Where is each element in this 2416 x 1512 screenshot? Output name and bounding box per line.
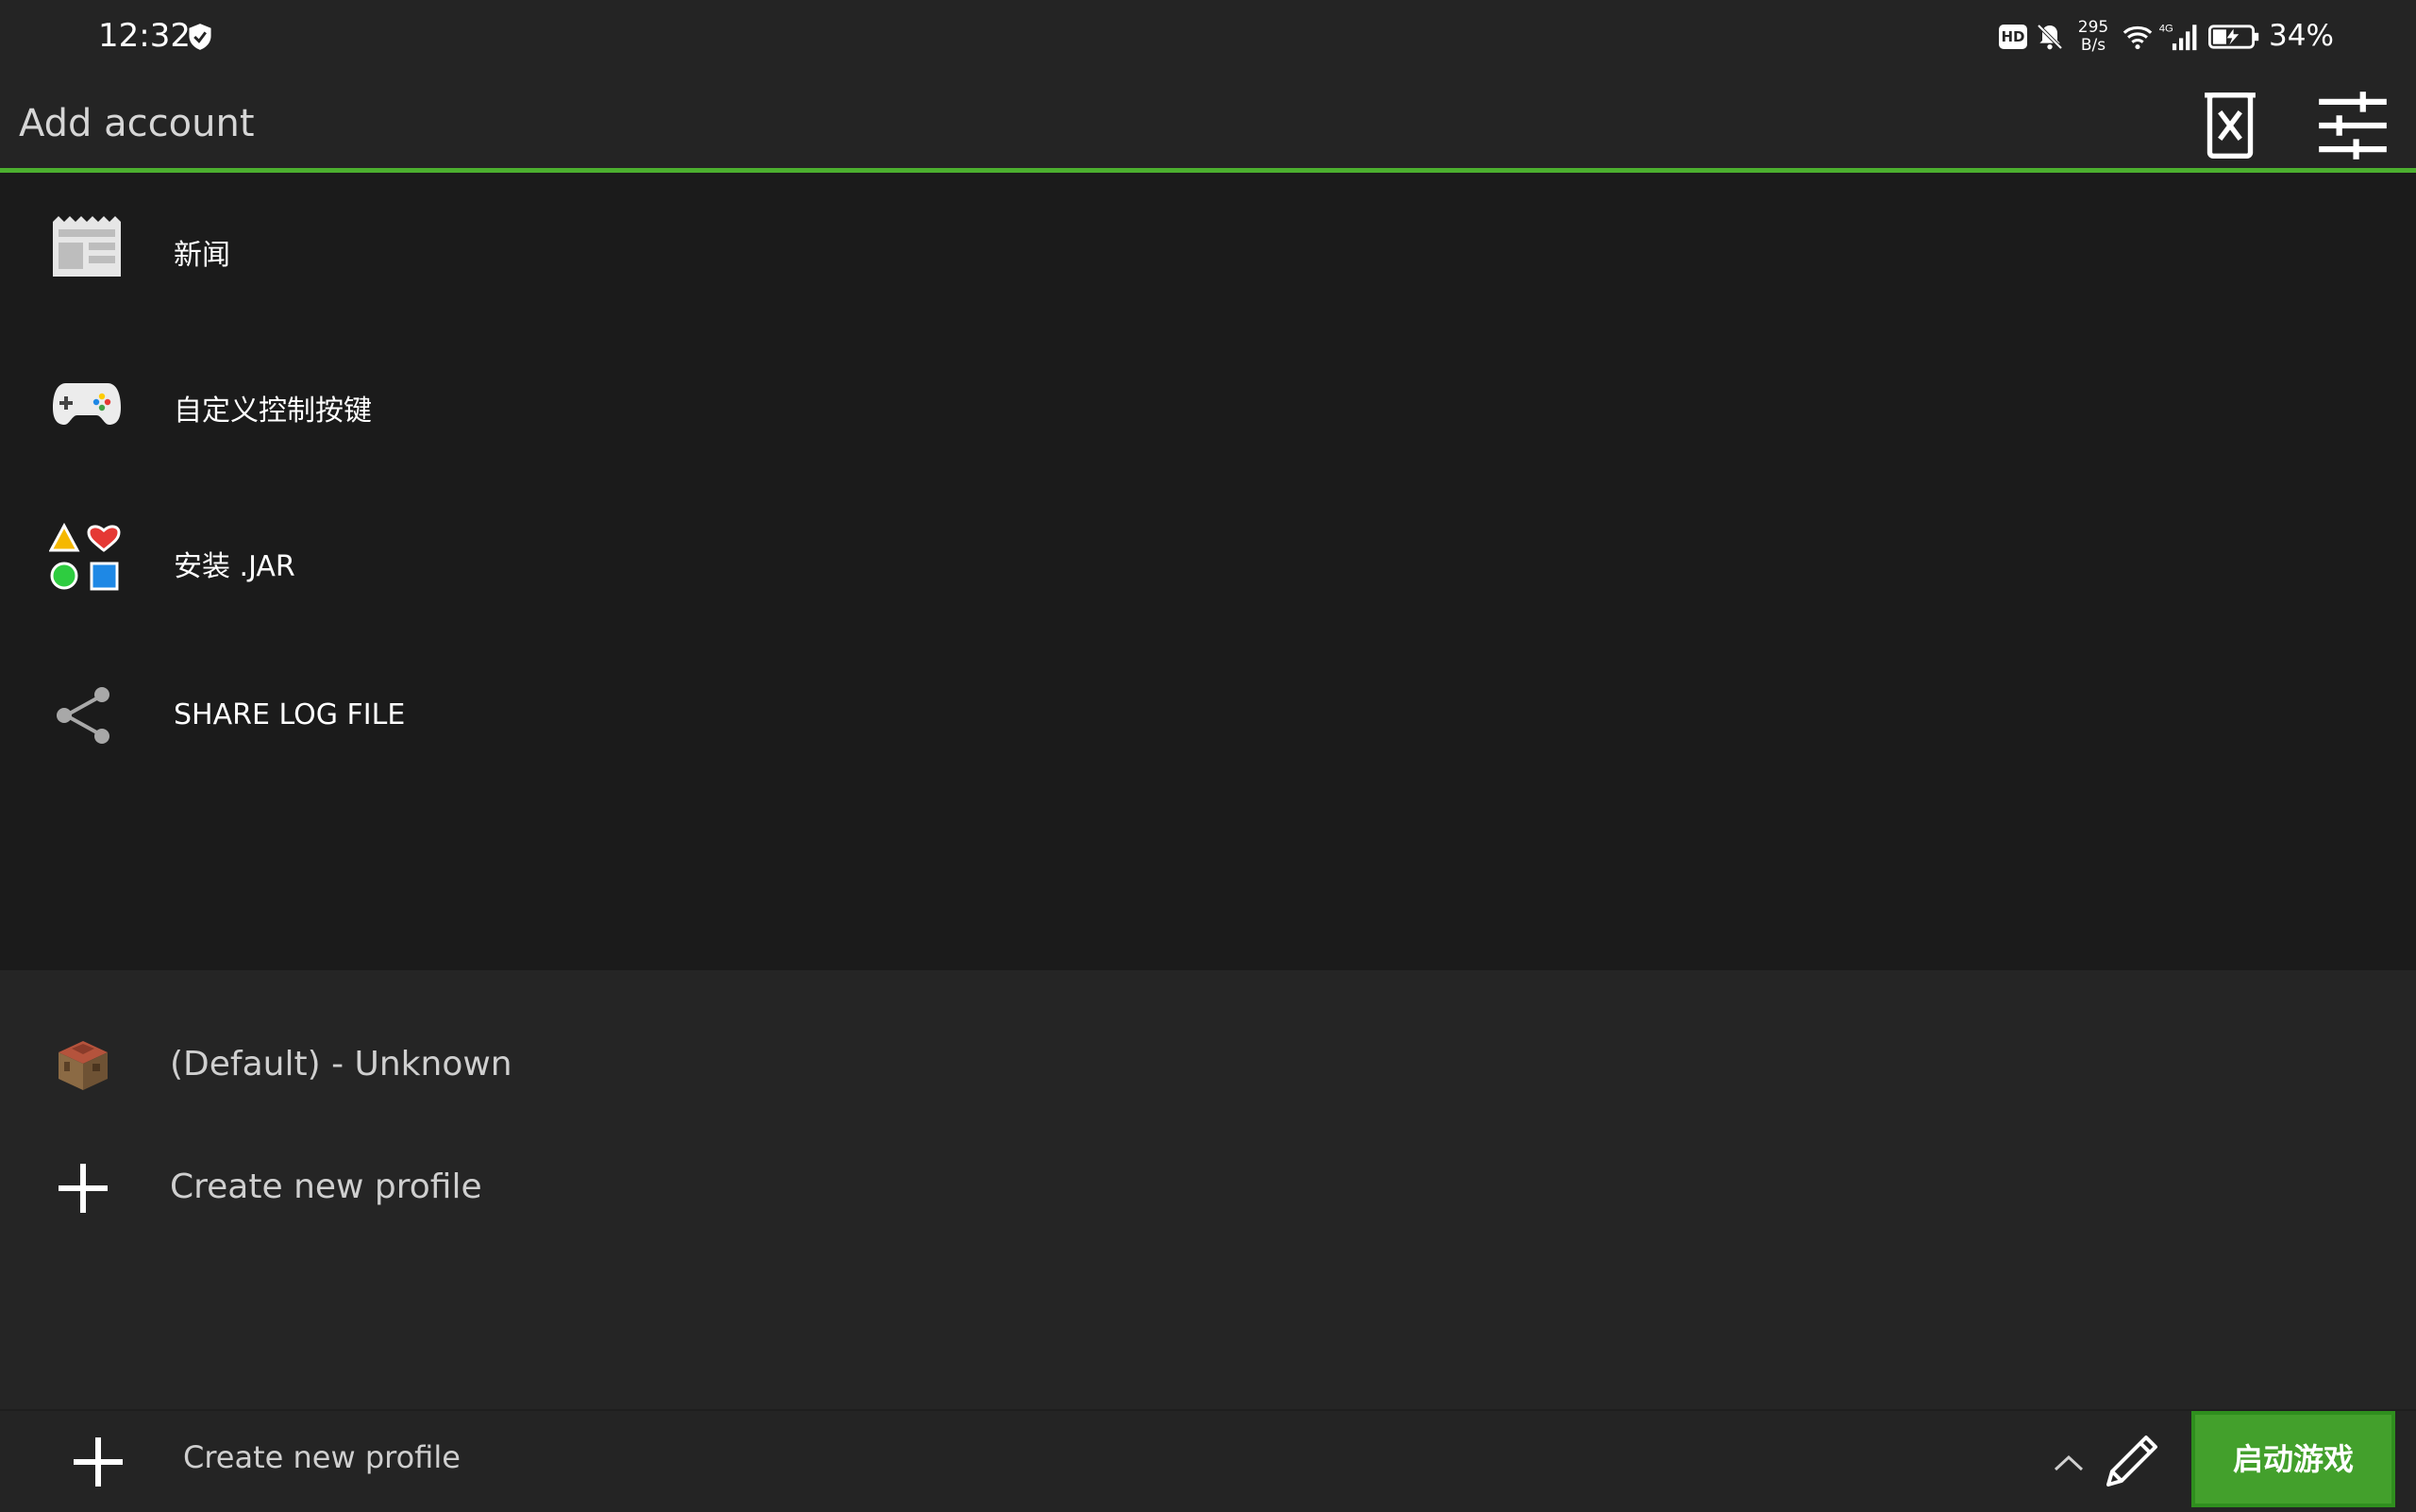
crafting-table-icon bbox=[59, 1041, 108, 1090]
chevron-up-icon[interactable] bbox=[2050, 1445, 2088, 1483]
cell-signal-icon: 4G bbox=[2159, 23, 2197, 51]
news-icon bbox=[53, 216, 121, 277]
menu-item-news[interactable]: 新闻 bbox=[0, 173, 2416, 328]
menu-item-label: 新闻 bbox=[174, 239, 230, 272]
wifi-icon bbox=[2122, 25, 2153, 50]
profile-list: (Default) - Unknown Create new profile bbox=[0, 970, 2416, 1409]
gamepad-icon bbox=[53, 383, 121, 425]
menu-item-label: SHARE LOG FILE bbox=[174, 698, 406, 731]
profile-label: Create new profile bbox=[170, 1168, 482, 1206]
menu-item-label: 自定义控制按键 bbox=[174, 395, 372, 428]
profile-selector[interactable]: Create new profile bbox=[183, 1439, 461, 1475]
battery-charging-icon bbox=[2208, 25, 2259, 49]
shapes-icon bbox=[49, 522, 121, 591]
menu-item-label: 安装 .JAR bbox=[174, 550, 295, 583]
menu-item-custom-controls[interactable]: 自定义控制按键 bbox=[0, 328, 2416, 484]
launcher-menu: 新闻 自定义控制按键 安装 .JAR SHARE LOG FILE bbox=[0, 173, 2416, 970]
share-icon bbox=[57, 687, 109, 744]
net-speed-value: 295 bbox=[2077, 18, 2109, 37]
plus-icon bbox=[59, 1164, 108, 1213]
pencil-edit-icon[interactable] bbox=[2099, 1428, 2165, 1494]
bell-muted-icon bbox=[2037, 24, 2063, 50]
shield-icon bbox=[189, 24, 211, 50]
status-bar: 12:32 HD 295 B/s 4G 34% bbox=[0, 0, 2416, 76]
profile-item-default[interactable]: (Default) - Unknown bbox=[0, 1005, 2416, 1128]
net-speed-unit: B/s bbox=[2080, 36, 2106, 55]
menu-item-share-log[interactable]: SHARE LOG FILE bbox=[0, 640, 2416, 796]
hd-badge: HD bbox=[1999, 25, 2027, 49]
menu-item-install-jar[interactable]: 安装 .JAR bbox=[0, 484, 2416, 640]
signal-type-text: 4G bbox=[2159, 23, 2173, 34]
add-account-button[interactable]: Add account bbox=[19, 102, 255, 145]
battery-percent: 34% bbox=[2269, 19, 2334, 53]
net-speed: 295 B/s bbox=[2074, 19, 2112, 55]
sliders-settings-icon[interactable] bbox=[2310, 85, 2395, 166]
profile-label: (Default) - Unknown bbox=[170, 1045, 512, 1084]
top-bar: Add account bbox=[0, 76, 2416, 173]
plus-icon bbox=[74, 1437, 123, 1487]
delete-account-icon[interactable] bbox=[2188, 85, 2273, 166]
profile-item-create-new[interactable]: Create new profile bbox=[0, 1128, 2416, 1251]
status-time: 12:32 bbox=[98, 17, 191, 55]
bottom-bar: Create new profile 启动游戏 bbox=[0, 1409, 2416, 1512]
launch-game-button[interactable]: 启动游戏 bbox=[2191, 1411, 2395, 1507]
